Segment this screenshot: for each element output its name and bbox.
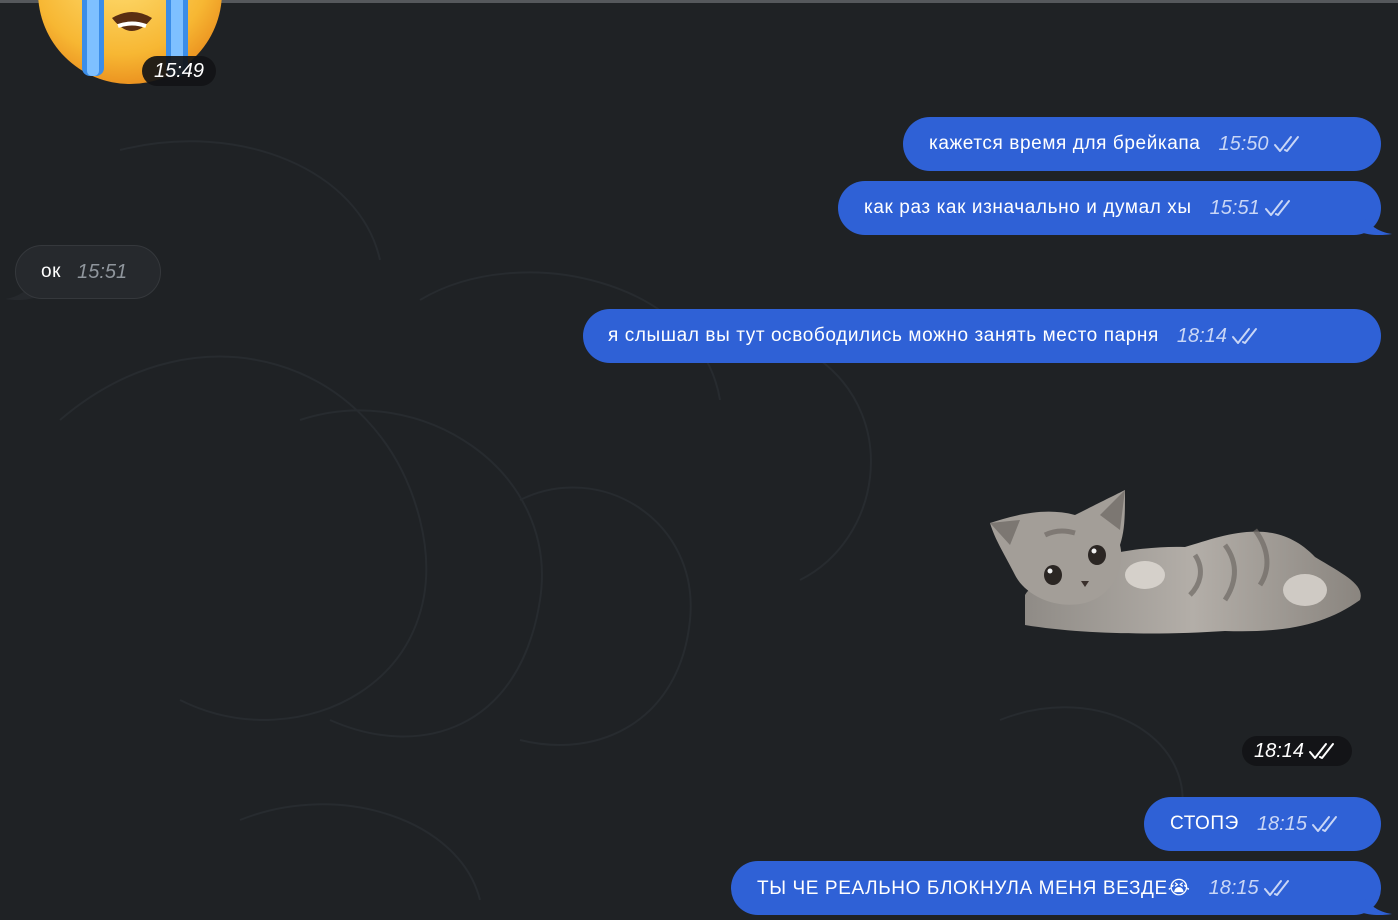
bubble-tail [1360, 890, 1392, 916]
double-check-icon [1273, 136, 1299, 152]
double-check-icon [1309, 743, 1335, 759]
double-check-icon [1312, 816, 1337, 832]
incoming-message[interactable]: ок 15:51 [15, 245, 161, 299]
kitten-sticker [990, 490, 1361, 634]
message-time: 18:14 [1242, 736, 1353, 766]
message-time: 15:51 [1209, 196, 1260, 219]
message-text: кажется время для брейкапа [929, 133, 1201, 154]
outgoing-message[interactable]: я слышал вы тут освободились можно занят… [583, 309, 1381, 363]
outgoing-message[interactable]: как раз как изначально и думал хы 15:51 [838, 181, 1381, 235]
message-time: 15:49 [142, 56, 217, 86]
double-check-icon [1264, 200, 1290, 216]
outgoing-message[interactable]: ТЫ ЧЕ РЕАЛЬНО БЛОКНУЛА МЕНЯ ВЕЗДЕ😭 18:15 [731, 861, 1381, 915]
double-check-icon [1263, 880, 1289, 896]
message-text: ТЫ ЧЕ РЕАЛЬНО БЛОКНУЛА МЕНЯ ВЕЗДЕ😭 [757, 877, 1191, 899]
outgoing-message[interactable]: кажется время для брейкапа 15:50 [903, 117, 1381, 171]
double-check-icon [1231, 328, 1257, 344]
bubble-tail [1360, 210, 1392, 236]
message-time: 15:50 [1218, 132, 1269, 155]
incoming-sticker-message[interactable]: 15:49 [38, 0, 222, 86]
outgoing-sticker-message[interactable] [985, 485, 1375, 645]
message-text: я слышал вы тут освободились можно занят… [608, 325, 1159, 346]
message-time: 18:15 [1256, 812, 1307, 835]
message-text: СТОПЭ [1170, 813, 1239, 834]
message-text: ок [41, 261, 62, 282]
message-time: 18:14 [1176, 324, 1227, 347]
outgoing-message[interactable]: СТОПЭ 18:15 [1144, 797, 1381, 851]
message-time: 15:51 [77, 260, 128, 283]
message-text: как раз как изначально и думал хы [864, 197, 1192, 218]
message-time: 18:15 [1208, 876, 1259, 899]
